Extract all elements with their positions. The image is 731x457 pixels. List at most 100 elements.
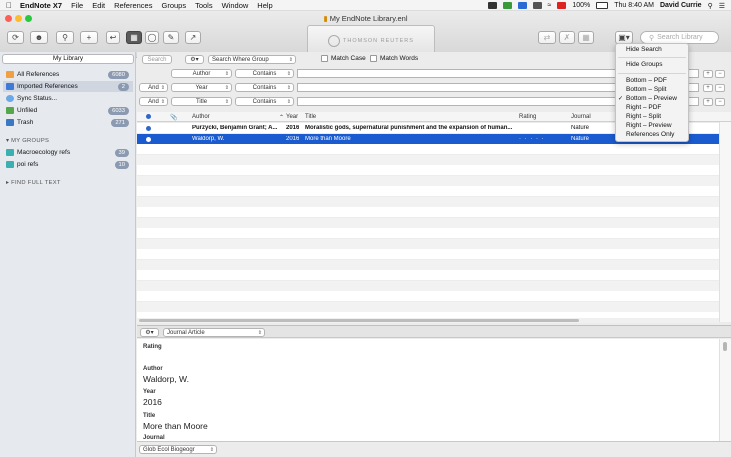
match-case-checkbox[interactable]: Match Case: [321, 55, 366, 62]
preview-value-title: More than Moore: [143, 421, 208, 431]
search-where-select[interactable]: Search Where Group: [208, 55, 296, 64]
menu-window[interactable]: Window: [222, 1, 249, 10]
sidebar-item-all-references[interactable]: All References 6080: [3, 69, 133, 80]
apple-icon[interactable]: : [6, 1, 12, 10]
rating-stars[interactable]: · · · · ·: [519, 136, 545, 142]
monitor-icon[interactable]: [532, 2, 542, 9]
menu-hide-search[interactable]: Hide Search: [626, 46, 662, 53]
web-icon[interactable]: ◯: [145, 31, 159, 44]
search-bool-select[interactable]: And: [139, 97, 168, 106]
import-button[interactable]: ↩: [106, 31, 120, 44]
spotlight-icon[interactable]: ⚲: [708, 2, 713, 10]
menu-references-only[interactable]: References Only: [626, 131, 674, 138]
layout-library-button[interactable]: ▦: [126, 31, 142, 44]
evernote-icon[interactable]: [502, 2, 512, 9]
add-row-button[interactable]: +: [703, 70, 713, 78]
remove-row-button[interactable]: −: [715, 84, 725, 92]
search-options-gear-icon[interactable]: ⚙▾: [185, 55, 204, 64]
find-full-text-header[interactable]: ▸ FIND FULL TEXT: [6, 180, 61, 186]
menu-app[interactable]: EndNote X7: [20, 1, 62, 10]
sidebar-item-imported-references[interactable]: Imported References 2: [3, 81, 133, 92]
search-operator-select[interactable]: Contains: [235, 83, 294, 92]
checkmark-icon: ✓: [618, 96, 624, 102]
sidebar-item-unfiled[interactable]: Unfiled 6033: [3, 105, 133, 116]
menu-right-preview[interactable]: Right – Preview: [626, 122, 672, 129]
column-title[interactable]: Title: [305, 114, 316, 120]
preview-gear-icon[interactable]: ⚙▾: [140, 328, 159, 337]
output-style-select[interactable]: Glob Ecol Biogeogr: [139, 445, 217, 454]
user-name[interactable]: David Currie: [660, 2, 702, 9]
insert-citation-button[interactable]: ⇄: [538, 31, 556, 44]
format-button[interactable]: ▦: [578, 31, 594, 44]
count-badge: 10: [114, 160, 129, 169]
sidebar-group-macroecology[interactable]: Macroecology refs 39: [3, 147, 133, 158]
dropbox-icon[interactable]: [517, 2, 527, 9]
menu-edit[interactable]: Edit: [92, 1, 105, 10]
menu-right-split[interactable]: Right – Split: [626, 113, 661, 120]
search-operator-select[interactable]: Contains: [235, 69, 294, 78]
add-row-button[interactable]: +: [703, 98, 713, 106]
menu-bar:  EndNote X7 File Edit References Groups…: [0, 0, 731, 11]
table-vertical-scrollbar[interactable]: [719, 122, 731, 322]
table-empty-row: [137, 154, 719, 165]
menu-bottom-preview[interactable]: Bottom – Preview: [626, 95, 677, 102]
menu-bottom-split[interactable]: Bottom – Split: [626, 86, 666, 93]
search-bool-select[interactable]: And: [139, 83, 168, 92]
online-search-button[interactable]: ⚲: [56, 31, 74, 44]
new-reference-button[interactable]: +: [80, 31, 98, 44]
search-button[interactable]: Search: [142, 55, 172, 64]
attachment-column-icon[interactable]: 📎: [170, 114, 177, 121]
table-empty-row: [137, 175, 719, 186]
clock[interactable]: Thu 8:40 AM: [614, 2, 654, 9]
library-selector[interactable]: My Library: [2, 54, 134, 64]
column-rating[interactable]: Rating: [519, 114, 536, 120]
read-status-column-icon[interactable]: [146, 114, 151, 119]
table-empty-row: [137, 207, 719, 217]
table-empty-row: [137, 259, 719, 270]
column-year[interactable]: Year: [286, 114, 298, 120]
menu-hide-groups[interactable]: Hide Groups: [626, 61, 663, 68]
menu-bottom-pdf[interactable]: Bottom – PDF: [626, 77, 667, 84]
search-field-select[interactable]: Year: [171, 83, 232, 92]
menu-help[interactable]: Help: [257, 1, 272, 10]
sidebar-item-sync-status[interactable]: Sync Status...: [3, 93, 133, 104]
layout-dropdown-menu: Hide Search Hide Groups Bottom – PDF Bot…: [615, 43, 689, 142]
sync-icon: [6, 95, 14, 102]
match-words-checkbox[interactable]: Match Words: [370, 55, 418, 62]
preview-scrollbar[interactable]: [719, 339, 731, 441]
menu-right-pdf[interactable]: Right – PDF: [626, 104, 661, 111]
reference-type-select[interactable]: Journal Article: [163, 328, 265, 337]
sync-button[interactable]: ⟳: [7, 31, 24, 44]
cite-while-you-write-button[interactable]: ✎: [163, 31, 179, 44]
search-field-select[interactable]: Author: [171, 69, 232, 78]
my-groups-header[interactable]: ▾ MY GROUPS: [6, 138, 49, 144]
table-horizontal-scrollbar[interactable]: [137, 318, 719, 323]
menu-groups[interactable]: Groups: [161, 1, 186, 10]
add-row-button[interactable]: +: [703, 84, 713, 92]
menu-references[interactable]: References: [114, 1, 152, 10]
open-link-button[interactable]: ↗: [185, 31, 201, 44]
column-author[interactable]: Author: [192, 114, 210, 120]
wifi-icon[interactable]: ≈: [548, 2, 552, 9]
search-field-select[interactable]: Title: [171, 97, 232, 106]
menu-tools[interactable]: Tools: [195, 1, 213, 10]
sidebar-group-poi-refs[interactable]: poi refs 10: [3, 159, 133, 170]
menu-file[interactable]: File: [71, 1, 83, 10]
remove-row-button[interactable]: −: [715, 98, 725, 106]
remove-row-button[interactable]: −: [715, 70, 725, 78]
sort-arrow-icon: ⌃: [279, 115, 285, 121]
table-empty-row: [137, 291, 719, 301]
search-operator-select[interactable]: Contains: [235, 97, 294, 106]
imported-icon: [6, 83, 14, 90]
sidebar-item-trash[interactable]: Trash 271: [3, 117, 133, 128]
battery-text: 100%: [572, 2, 591, 9]
battery-icon[interactable]: [596, 2, 609, 9]
share-group-button[interactable]: ☻: [30, 31, 48, 44]
notification-icon[interactable]: ☰: [719, 2, 725, 10]
preview-label-year: Year: [143, 389, 156, 395]
delete-button[interactable]: ✗: [559, 31, 575, 44]
status-app-icon[interactable]: [487, 2, 497, 9]
flag-icon[interactable]: [557, 2, 567, 9]
table-empty-row: [137, 238, 719, 249]
column-journal[interactable]: Journal: [571, 114, 591, 120]
